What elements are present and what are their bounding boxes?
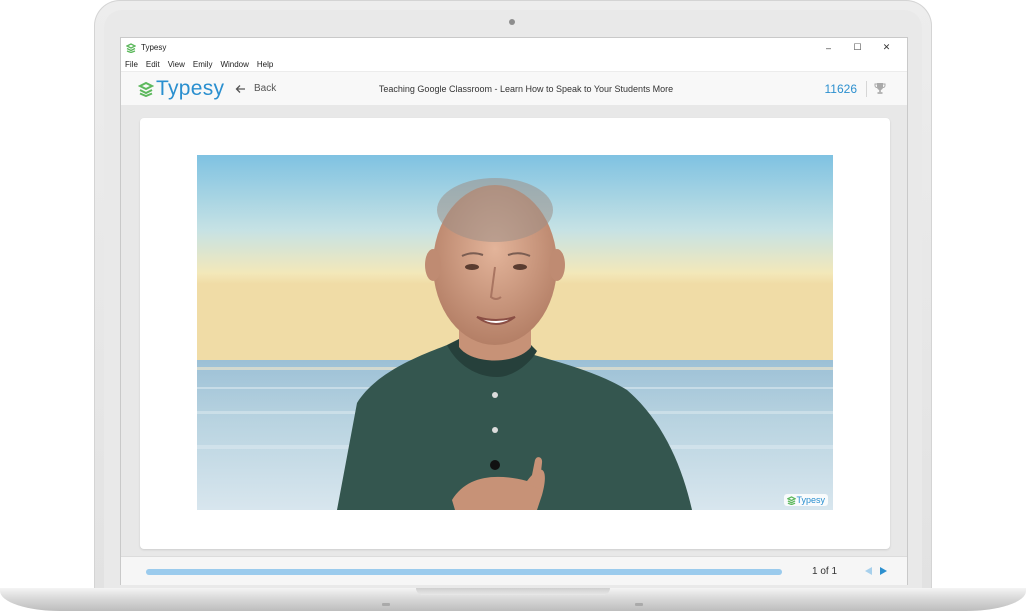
points-counter: 11626 <box>824 81 857 96</box>
close-button[interactable]: ✕ <box>872 38 901 57</box>
course-title: Teaching Google Classroom - Learn How to… <box>378 83 674 94</box>
brand-logo[interactable]: Typesy <box>138 77 224 101</box>
menu-view[interactable]: View <box>168 60 185 69</box>
typesy-logo-icon <box>126 42 136 53</box>
app-toolbar: Typesy Back Teaching Google Classroom - … <box>121 71 907 106</box>
menu-file[interactable]: File <box>125 60 138 69</box>
menu-window[interactable]: Window <box>220 60 248 69</box>
laptop-foot <box>382 603 390 606</box>
next-arrow-icon[interactable] <box>879 566 888 576</box>
progress-bar <box>146 569 782 575</box>
content-area: Typesy <box>121 105 907 556</box>
typesy-logo-icon <box>138 81 154 97</box>
toolbar-divider <box>866 81 867 97</box>
lesson-footer: 1 of 1 <box>121 556 907 585</box>
progress-fill <box>146 569 782 575</box>
video-frame <box>197 155 833 510</box>
back-button[interactable]: Back <box>235 72 276 105</box>
back-label: Back <box>254 83 277 94</box>
watermark-text: Typesy <box>796 495 825 505</box>
title-bar: Typesy – ☐ ✕ <box>121 38 907 57</box>
webcam <box>509 19 515 25</box>
laptop-notch <box>416 588 610 595</box>
maximize-button[interactable]: ☐ <box>843 38 872 57</box>
menu-bar: File Edit View Emily Window Help <box>121 57 907 71</box>
previous-arrow-icon[interactable] <box>864 566 873 576</box>
laptop-foot <box>635 603 643 606</box>
menu-emily[interactable]: Emily <box>193 60 213 69</box>
arrow-left-icon <box>235 84 245 93</box>
brand-name: Typesy <box>156 77 225 100</box>
lesson-card: Typesy <box>140 118 890 549</box>
app-window: Typesy – ☐ ✕ File Edit View Emily Window… <box>121 38 907 585</box>
menu-help[interactable]: Help <box>257 60 273 69</box>
page-indicator: 1 of 1 <box>812 565 838 577</box>
video-watermark: Typesy <box>784 494 828 506</box>
window-title: Typesy <box>141 43 167 52</box>
menu-edit[interactable]: Edit <box>146 60 160 69</box>
typesy-logo-icon <box>787 495 797 505</box>
trophy-icon[interactable] <box>874 82 886 95</box>
minimize-button[interactable]: – <box>814 38 843 57</box>
video-player[interactable]: Typesy <box>197 155 833 510</box>
